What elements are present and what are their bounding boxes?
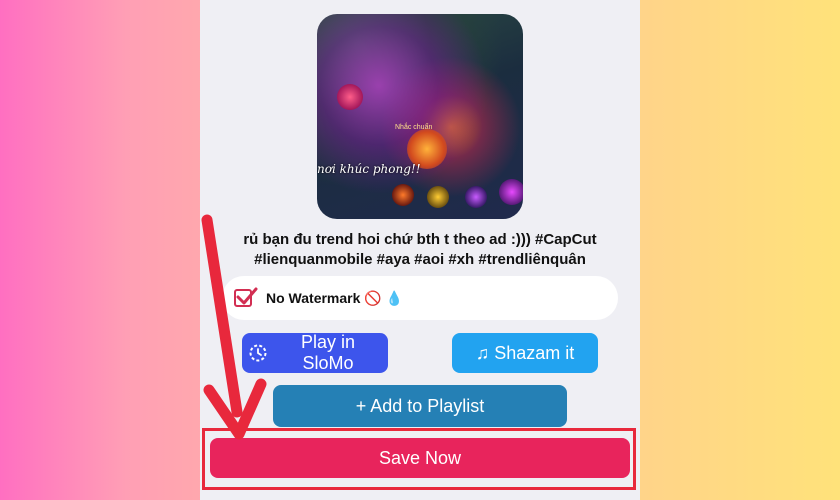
add-to-playlist-label: + Add to Playlist bbox=[355, 395, 485, 416]
play-slomo-button[interactable]: Play in SloMo bbox=[242, 332, 388, 373]
caption-line-2: #lienquanmobile #aya #aoi #xh #trendliên… bbox=[254, 251, 586, 268]
add-to-playlist-button[interactable]: + Add to Playlist bbox=[273, 385, 567, 427]
video-tag-text: Nhắc chuẩn bbox=[395, 124, 433, 131]
hero-glow-5 bbox=[465, 186, 487, 208]
video-caption: rủ bạn đu trend hoi chứ bth t theo ad :)… bbox=[210, 230, 630, 270]
no-watermark-checkbox[interactable] bbox=[234, 287, 258, 307]
no-watermark-option[interactable]: No Watermark 🚫 💧 bbox=[222, 276, 618, 320]
hero-glow-3 bbox=[392, 184, 414, 206]
save-now-button[interactable]: Save Now bbox=[210, 438, 630, 478]
video-thumbnail[interactable]: Nhắc chuẩn nơi khúc phong!! bbox=[317, 14, 523, 219]
shazam-button[interactable]: ♫ Shazam it bbox=[452, 333, 598, 373]
save-now-label: Save Now bbox=[378, 447, 462, 468]
hero-glow-1 bbox=[337, 84, 363, 110]
shazam-label: ♫ Shazam it bbox=[475, 342, 575, 363]
no-watermark-label: No Watermark 🚫 💧 bbox=[266, 289, 404, 306]
slomo-icon bbox=[248, 343, 268, 363]
play-slomo-label: Play in SloMo bbox=[300, 332, 356, 373]
video-overlay-text: nơi khúc phong!! bbox=[317, 162, 421, 176]
caption-line-1: rủ bạn đu trend hoi chứ bth t theo ad :)… bbox=[243, 231, 597, 248]
app-panel: Nhắc chuẩn nơi khúc phong!! rủ bạn đu tr… bbox=[200, 0, 640, 500]
hero-glow-6 bbox=[499, 179, 523, 205]
hero-glow-4 bbox=[427, 186, 449, 208]
checkmark-icon bbox=[236, 287, 258, 305]
